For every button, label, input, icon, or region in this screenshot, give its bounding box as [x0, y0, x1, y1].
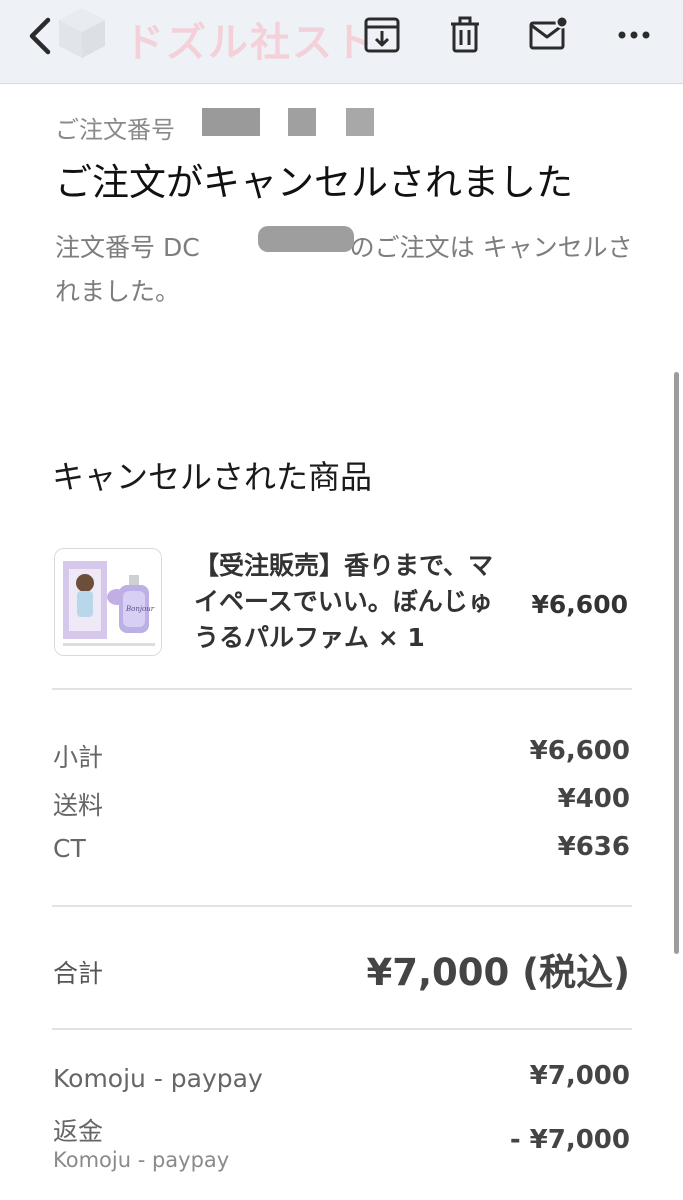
product-thumbnail: Bonjour	[54, 548, 162, 656]
redaction-block	[258, 226, 354, 252]
ct-label: CT	[53, 834, 86, 863]
redaction-block	[202, 108, 260, 136]
ct-value: ¥636	[557, 832, 630, 862]
brand-logo-icon	[59, 8, 105, 58]
brand-name: ドズル社スト	[124, 20, 376, 66]
subtotal-value: ¥6,600	[529, 736, 630, 766]
subtotal-label: 小計	[53, 743, 104, 772]
item-name: 【受注販売】香りまで、マイペースでいい。ぼんじゅうるパルファム × 1	[194, 551, 494, 652]
refund-amount: - ¥7,000	[509, 1125, 630, 1155]
payment-method-label: Komoju - paypay	[53, 1064, 263, 1093]
divider	[52, 1028, 632, 1030]
total-value: ¥7,000 (税込)	[366, 951, 630, 994]
divider	[52, 688, 632, 690]
redaction-block	[346, 108, 374, 136]
total-label: 合計	[53, 959, 104, 988]
order-number-label: ご注文番号	[55, 116, 175, 144]
archive-download-icon[interactable]	[362, 15, 402, 55]
redaction-block	[288, 108, 316, 136]
perfume-image: Bonjour	[55, 549, 161, 655]
bonjour-label: Bonjour	[125, 605, 155, 613]
cancel-message-prefix: 注文番号 DC	[55, 233, 200, 262]
cancelled-items-title: キャンセルされた商品	[52, 458, 373, 496]
mail-unread-icon[interactable]	[528, 15, 568, 55]
top-toolbar: ドズル社スト	[0, 0, 683, 84]
more-icon[interactable]	[614, 15, 654, 55]
divider	[52, 905, 632, 907]
refund-method-label: Komoju - paypay	[53, 1148, 230, 1172]
shipping-label: 送料	[53, 791, 104, 820]
shipping-value: ¥400	[557, 784, 630, 814]
refund-label: 返金	[53, 1117, 104, 1146]
scrollbar[interactable]	[674, 372, 679, 954]
payment-amount: ¥7,000	[529, 1061, 630, 1091]
item-price: ¥6,600	[531, 590, 628, 619]
trash-icon[interactable]	[445, 15, 485, 55]
chevron-left-icon[interactable]	[22, 16, 58, 56]
page-title: ご注文がキャンセルされました	[55, 161, 573, 204]
